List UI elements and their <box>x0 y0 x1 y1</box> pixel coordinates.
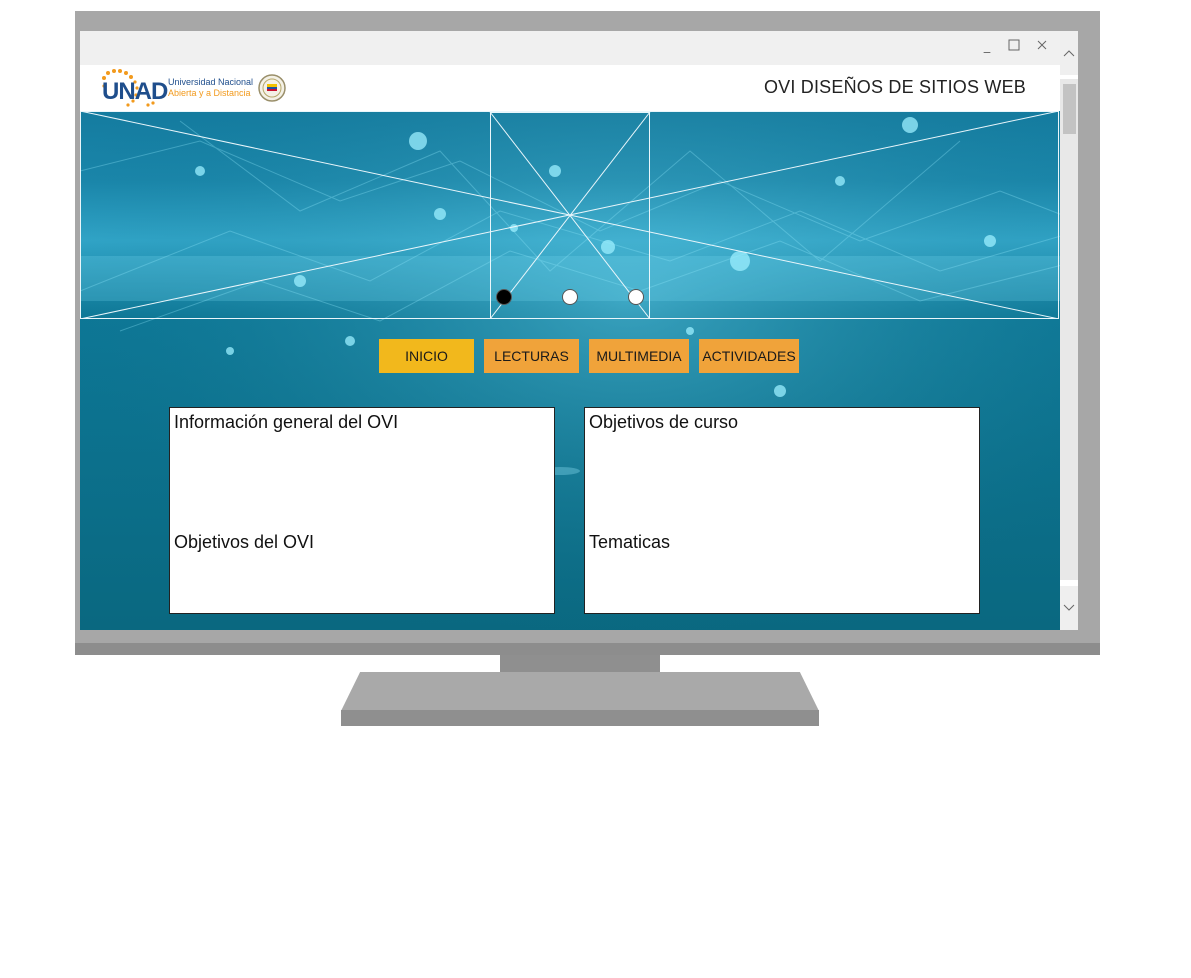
scroll-thumb[interactable] <box>1063 84 1076 134</box>
close-icon[interactable] <box>1034 39 1050 55</box>
nav-inicio[interactable]: INICIO <box>379 339 474 373</box>
maximize-icon[interactable] <box>1006 39 1022 55</box>
window-titlebar: _ <box>80 31 1060 66</box>
panel-heading-info-general: Información general del OVI <box>174 412 399 432</box>
panel-heading-objetivos-ovi: Objetivos del OVI <box>174 532 315 552</box>
screen: _ UNAD Universidad Nacional Abierta y a … <box>80 31 1078 630</box>
colombia-seal-icon <box>258 74 286 102</box>
logo-brand: UNAD <box>102 78 168 105</box>
minimize-icon[interactable]: _ <box>979 39 995 55</box>
image-slider <box>80 111 1059 319</box>
panel-heading-objetivos-curso: Objetivos de curso <box>589 412 739 432</box>
scroll-down-icon[interactable] <box>1060 580 1078 630</box>
monitor-stand-base <box>341 672 819 711</box>
slider-dot-2[interactable] <box>562 289 578 305</box>
scroll-up-icon[interactable] <box>1060 31 1078 79</box>
vertical-scrollbar[interactable] <box>1060 31 1078 630</box>
panel-objetivos-curso: Objetivos de curso Tematicas <box>584 407 980 614</box>
site-header: UNAD Universidad Nacional Abierta y a Di… <box>80 65 1060 111</box>
slider-dot-3[interactable] <box>628 289 644 305</box>
nav-actividades[interactable]: ACTIVIDADES <box>699 339 799 373</box>
logo-line1: Universidad Nacional <box>168 77 254 87</box>
logo-line2: Abierta y a Distancia <box>168 88 251 98</box>
nav-lecturas[interactable]: LECTURAS <box>484 339 579 373</box>
monitor-chin <box>75 643 1100 655</box>
panel-info-general: Información general del OVI Objetivos de… <box>169 407 555 614</box>
panel-heading-tematicas: Tematicas <box>589 532 671 552</box>
site-title: OVI DISEÑOS DE SITIOS WEB <box>763 77 1026 97</box>
unad-logo[interactable]: UNAD Universidad Nacional Abierta y a Di… <box>100 68 290 108</box>
slider-dot-1[interactable] <box>496 289 512 305</box>
nav-multimedia[interactable]: MULTIMEDIA <box>589 339 689 373</box>
monitor-stand-foot <box>341 710 819 726</box>
